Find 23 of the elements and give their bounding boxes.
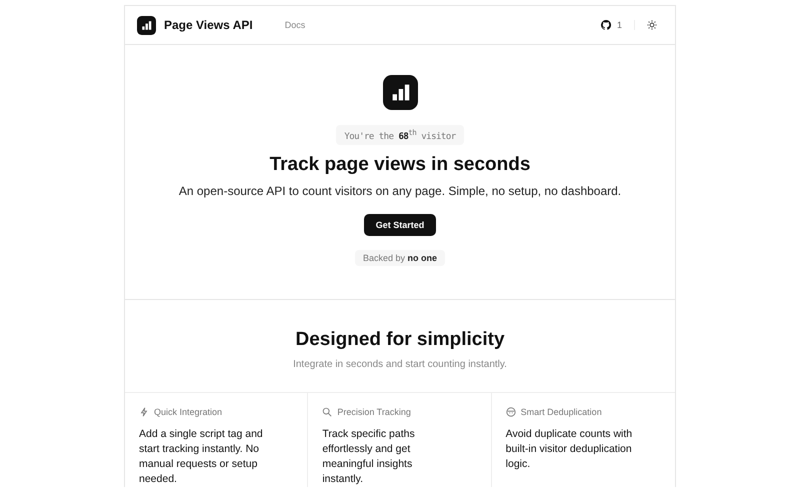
- lightning-icon: [139, 407, 149, 417]
- github-link[interactable]: 1: [600, 20, 635, 30]
- bar-chart-logo-icon: [382, 75, 418, 110]
- section-title: Designed for simplicity: [295, 329, 505, 351]
- visitor-count: You're the 68$^{th}$ visitor: [336, 125, 464, 145]
- brand-name[interactable]: Page Views API: [164, 18, 253, 32]
- sun-icon[interactable]: [647, 20, 657, 30]
- feature-title: Quick Integration: [154, 407, 222, 417]
- hero-title: Track page views in seconds: [270, 154, 530, 176]
- feature-description: Avoid duplicate counts with built-in visitor deduplication logic.: [506, 427, 634, 472]
- section-subtitle: Integrate in seconds and start counting instantly.: [293, 359, 507, 370]
- feature-description: Add a single script tag and start tracking instantly. No manual requests or setup needed.: [139, 427, 264, 487]
- nav-link[interactable]: Docs: [284, 20, 306, 30]
- hero-subtitle: An open-source API to count visitors on any page. Simple, no setup, no dashboard.: [178, 184, 622, 198]
- search-icon: [322, 407, 332, 417]
- get-started-button[interactable]: Get Started: [364, 214, 436, 236]
- mask-icon: [506, 407, 516, 417]
- bar-chart-logo-icon: [137, 16, 156, 34]
- github-icon: [600, 20, 611, 30]
- feature-title: Smart Deduplication: [520, 407, 602, 417]
- backed-by-note: Backed by no one: [354, 250, 446, 266]
- feature-description: Track specific paths effortlessly and get meaningful insights instantly.: [322, 427, 416, 487]
- feature-title: Precision Tracking: [337, 407, 411, 417]
